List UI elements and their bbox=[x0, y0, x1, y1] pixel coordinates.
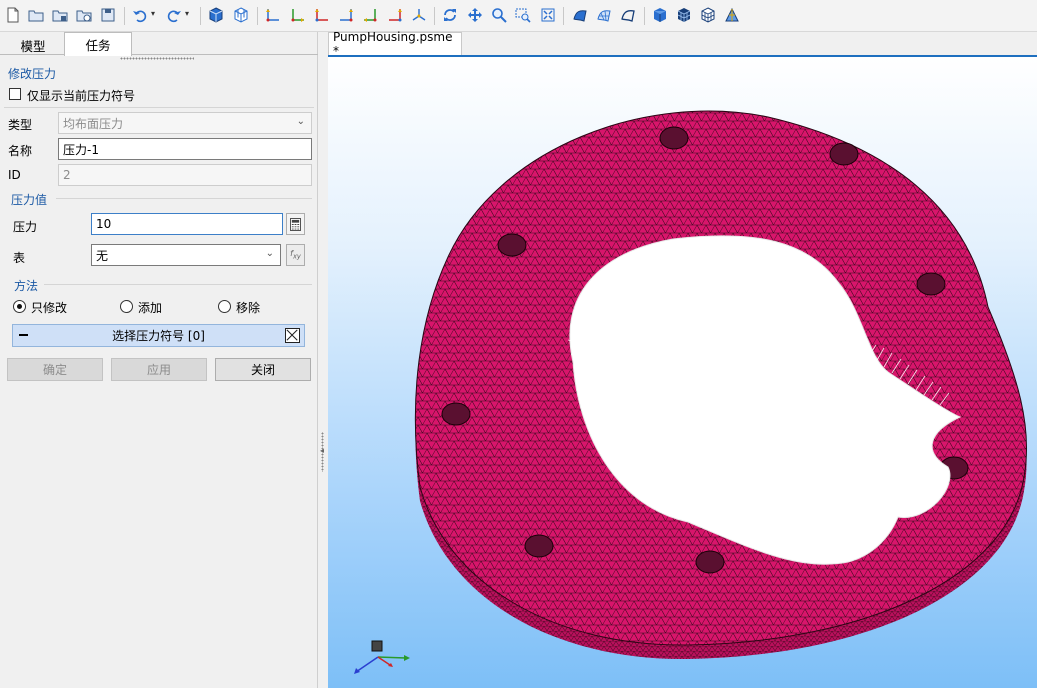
hidden-line-cube-icon[interactable] bbox=[698, 5, 718, 25]
method-group-title: 方法 bbox=[14, 279, 39, 293]
axis-neg-z-icon[interactable] bbox=[385, 5, 405, 25]
select-pressure-symbol-bar[interactable]: 选择压力符号 [0] bbox=[12, 324, 305, 347]
function-button[interactable]: fxy bbox=[286, 244, 305, 266]
id-label: ID bbox=[8, 168, 21, 182]
select-pressure-symbol-label: 选择压力符号 [0] bbox=[112, 329, 205, 343]
rotate-icon[interactable] bbox=[440, 5, 460, 25]
table-label: 表 bbox=[13, 251, 26, 265]
open-folder-2-icon[interactable] bbox=[50, 5, 70, 25]
table-value: 无 bbox=[96, 248, 109, 263]
panel-splitter[interactable]: ◂ bbox=[318, 32, 328, 688]
chevron-down-icon: ⌄ bbox=[296, 116, 305, 127]
viewport-area: PumpHousing.psme * bbox=[328, 30, 1037, 688]
section-title-modify-pressure: 修改压力 bbox=[8, 67, 57, 81]
main-toolbar: ▾ ▾ bbox=[0, 0, 1037, 32]
radio-add-label: 添加 bbox=[138, 301, 163, 315]
undo-dropdown-icon[interactable]: ▾ bbox=[151, 9, 155, 18]
only-current-label: 仅显示当前压力符号 bbox=[27, 89, 136, 103]
axis-y-icon[interactable] bbox=[288, 5, 308, 25]
clear-selection-icon[interactable] bbox=[285, 328, 300, 343]
fit-all-icon[interactable] bbox=[538, 5, 558, 25]
axis-iso-icon[interactable] bbox=[409, 5, 429, 25]
table-select[interactable]: 无 ⌄ bbox=[91, 244, 281, 266]
zoom-window-icon[interactable] bbox=[513, 5, 533, 25]
mesh-model bbox=[354, 110, 1028, 674]
function-icon: fxy bbox=[290, 249, 301, 261]
radio-remove[interactable] bbox=[218, 300, 231, 313]
perspective-icon[interactable] bbox=[722, 5, 742, 25]
group-line bbox=[44, 284, 312, 285]
3d-viewport[interactable] bbox=[328, 55, 1037, 688]
group-line bbox=[56, 198, 312, 199]
panel-resize-grip[interactable] bbox=[120, 57, 194, 60]
pressure-label: 压力 bbox=[13, 220, 38, 234]
open-folder-icon[interactable] bbox=[26, 5, 46, 25]
radio-modify-only[interactable] bbox=[13, 300, 26, 313]
radio-modify-only-label: 只修改 bbox=[31, 301, 68, 315]
solid-cube-icon[interactable] bbox=[650, 5, 670, 25]
save-icon[interactable] bbox=[98, 5, 118, 25]
calculator-button[interactable] bbox=[286, 213, 305, 235]
type-value: 均布面压力 bbox=[63, 116, 124, 131]
close-button[interactable]: 关闭 bbox=[215, 358, 311, 381]
zoom-icon[interactable] bbox=[489, 5, 509, 25]
outline-icon[interactable] bbox=[618, 5, 638, 25]
redo-dropdown-icon[interactable]: ▾ bbox=[185, 9, 189, 18]
cube-grid-icon[interactable] bbox=[231, 5, 251, 25]
undo-icon[interactable] bbox=[130, 5, 150, 25]
axis-neg-x-icon[interactable] bbox=[336, 5, 356, 25]
tab-task[interactable]: 任务 bbox=[64, 32, 132, 56]
tab-model[interactable]: 模型 bbox=[2, 34, 64, 56]
axis-z-icon[interactable] bbox=[312, 5, 332, 25]
ok-button[interactable]: 确定 bbox=[7, 358, 103, 381]
redo-icon[interactable] bbox=[164, 5, 184, 25]
panel-tab-bar: 模型 任务 bbox=[0, 32, 318, 56]
name-input[interactable]: 压力-1 bbox=[58, 138, 312, 160]
type-label: 类型 bbox=[8, 118, 33, 132]
pan-icon[interactable] bbox=[465, 5, 485, 25]
collapse-left-icon[interactable]: ◂ bbox=[320, 446, 324, 455]
pressure-group-title: 压力值 bbox=[11, 193, 48, 207]
id-input: 2 bbox=[58, 164, 312, 186]
radio-add[interactable] bbox=[120, 300, 133, 313]
divider bbox=[4, 107, 314, 108]
open-recent-icon[interactable] bbox=[74, 5, 94, 25]
name-label: 名称 bbox=[8, 144, 33, 158]
surface-icon[interactable] bbox=[570, 5, 590, 25]
only-current-checkbox[interactable] bbox=[9, 88, 21, 100]
document-tab[interactable]: PumpHousing.psme * bbox=[328, 30, 462, 58]
apply-button[interactable]: 应用 bbox=[111, 358, 207, 381]
collapse-icon[interactable] bbox=[19, 334, 28, 336]
axis-x-icon[interactable] bbox=[263, 5, 283, 25]
task-panel: 模型 任务 修改压力 仅显示当前压力符号 类型 均布面压力 ⌄ 名称 压力-1 … bbox=[0, 32, 318, 688]
cube-view-icon[interactable] bbox=[206, 5, 226, 25]
chevron-down-icon: ⌄ bbox=[265, 248, 274, 259]
wire-cube-icon[interactable] bbox=[674, 5, 694, 25]
mesh-icon[interactable] bbox=[594, 5, 614, 25]
axis-triad-icon bbox=[354, 640, 410, 674]
radio-remove-label: 移除 bbox=[236, 301, 261, 315]
type-select[interactable]: 均布面压力 ⌄ bbox=[58, 112, 312, 134]
axis-neg-y-icon[interactable] bbox=[360, 5, 380, 25]
calculator-icon bbox=[290, 217, 301, 231]
new-file-icon[interactable] bbox=[3, 5, 23, 25]
pressure-input[interactable]: 10 bbox=[91, 213, 283, 235]
